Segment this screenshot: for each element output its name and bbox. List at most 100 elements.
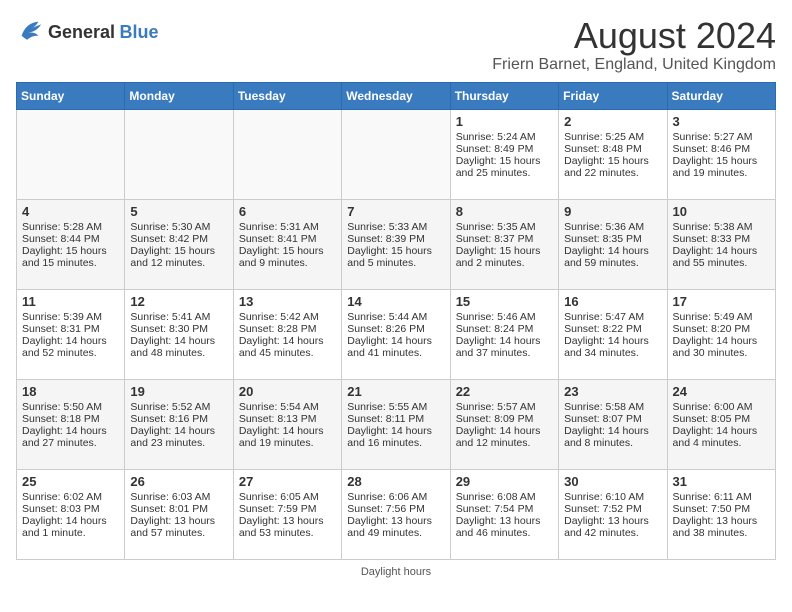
cell-content: Sunrise: 5:28 AM [22, 221, 119, 233]
calendar-cell: 17Sunrise: 5:49 AMSunset: 8:20 PMDayligh… [667, 289, 775, 379]
cell-content: Daylight: 14 hours and 41 minutes. [347, 335, 444, 359]
day-number: 31 [673, 474, 770, 489]
calendar-cell: 10Sunrise: 5:38 AMSunset: 8:33 PMDayligh… [667, 199, 775, 289]
cell-content: Daylight: 14 hours and 8 minutes. [564, 425, 661, 449]
day-number: 3 [673, 114, 770, 129]
cell-content: Daylight: 15 hours and 25 minutes. [456, 155, 553, 179]
cell-content: Daylight: 14 hours and 52 minutes. [22, 335, 119, 359]
cell-content: Sunset: 8:46 PM [673, 143, 770, 155]
day-number: 13 [239, 294, 336, 309]
logo: General Blue [16, 16, 159, 49]
cell-content: Sunset: 8:42 PM [130, 233, 227, 245]
cell-content: Sunrise: 5:49 AM [673, 311, 770, 323]
calendar-cell: 28Sunrise: 6:06 AMSunset: 7:56 PMDayligh… [342, 469, 450, 559]
cell-content: Daylight: 15 hours and 2 minutes. [456, 245, 553, 269]
cell-content: Daylight: 15 hours and 19 minutes. [673, 155, 770, 179]
day-number: 8 [456, 204, 553, 219]
cell-content: Sunset: 8:09 PM [456, 413, 553, 425]
cell-content: Sunset: 8:35 PM [564, 233, 661, 245]
day-number: 28 [347, 474, 444, 489]
cell-content: Sunset: 8:24 PM [456, 323, 553, 335]
cell-content: Sunrise: 5:41 AM [130, 311, 227, 323]
calendar-week-5: 25Sunrise: 6:02 AMSunset: 8:03 PMDayligh… [17, 469, 776, 559]
cell-content: Daylight: 15 hours and 15 minutes. [22, 245, 119, 269]
cell-content: Daylight: 14 hours and 1 minute. [22, 515, 119, 539]
header-wednesday: Wednesday [342, 82, 450, 109]
calendar-cell: 18Sunrise: 5:50 AMSunset: 8:18 PMDayligh… [17, 379, 125, 469]
calendar-cell [233, 109, 341, 199]
day-number: 9 [564, 204, 661, 219]
cell-content: Sunrise: 5:46 AM [456, 311, 553, 323]
day-number: 5 [130, 204, 227, 219]
cell-content: Sunset: 8:18 PM [22, 413, 119, 425]
cell-content: Daylight: 14 hours and 45 minutes. [239, 335, 336, 359]
header-tuesday: Tuesday [233, 82, 341, 109]
cell-content: Daylight: 14 hours and 19 minutes. [239, 425, 336, 449]
cell-content: Sunset: 8:11 PM [347, 413, 444, 425]
day-number: 7 [347, 204, 444, 219]
calendar-cell [17, 109, 125, 199]
cell-content: Sunrise: 5:36 AM [564, 221, 661, 233]
cell-content: Sunrise: 6:03 AM [130, 491, 227, 503]
cell-content: Sunrise: 5:52 AM [130, 401, 227, 413]
cell-content: Daylight: 14 hours and 59 minutes. [564, 245, 661, 269]
cell-content: Sunrise: 6:06 AM [347, 491, 444, 503]
cell-content: Sunrise: 5:57 AM [456, 401, 553, 413]
calendar-cell: 30Sunrise: 6:10 AMSunset: 7:52 PMDayligh… [559, 469, 667, 559]
cell-content: Daylight: 14 hours and 4 minutes. [673, 425, 770, 449]
day-number: 14 [347, 294, 444, 309]
day-number: 10 [673, 204, 770, 219]
cell-content: Sunrise: 5:33 AM [347, 221, 444, 233]
cell-content: Sunrise: 5:44 AM [347, 311, 444, 323]
day-number: 20 [239, 384, 336, 399]
cell-content: Sunset: 8:28 PM [239, 323, 336, 335]
day-number: 17 [673, 294, 770, 309]
cell-content: Daylight: 13 hours and 42 minutes. [564, 515, 661, 539]
header-thursday: Thursday [450, 82, 558, 109]
day-number: 6 [239, 204, 336, 219]
day-number: 4 [22, 204, 119, 219]
cell-content: Sunset: 8:41 PM [239, 233, 336, 245]
cell-content: Sunrise: 5:24 AM [456, 131, 553, 143]
day-number: 24 [673, 384, 770, 399]
day-number: 16 [564, 294, 661, 309]
cell-content: Sunset: 8:30 PM [130, 323, 227, 335]
cell-content: Sunset: 8:48 PM [564, 143, 661, 155]
calendar-table: SundayMondayTuesdayWednesdayThursdayFrid… [16, 82, 776, 560]
cell-content: Daylight: 15 hours and 22 minutes. [564, 155, 661, 179]
footer-note: Daylight hours [16, 566, 776, 578]
cell-content: Sunset: 8:22 PM [564, 323, 661, 335]
cell-content: Daylight: 14 hours and 16 minutes. [347, 425, 444, 449]
cell-content: Daylight: 14 hours and 12 minutes. [456, 425, 553, 449]
header-friday: Friday [559, 82, 667, 109]
cell-content: Sunrise: 6:02 AM [22, 491, 119, 503]
cell-content: Sunset: 8:31 PM [22, 323, 119, 335]
calendar-cell: 12Sunrise: 5:41 AMSunset: 8:30 PMDayligh… [125, 289, 233, 379]
calendar-cell: 14 Sunrise: 5:44 AMSunset: 8:26 PMDayligh… [342, 289, 450, 379]
day-number: 15 [456, 294, 553, 309]
cell-content: Daylight: 14 hours and 27 minutes. [22, 425, 119, 449]
cell-content: Daylight: 14 hours and 34 minutes. [564, 335, 661, 359]
cell-content: Sunrise: 5:47 AM [564, 311, 661, 323]
calendar-cell: 21Sunrise: 5:55 AMSunset: 8:11 PMDayligh… [342, 379, 450, 469]
header-sunday: Sunday [17, 82, 125, 109]
cell-content: Daylight: 13 hours and 57 minutes. [130, 515, 227, 539]
cell-content: Sunset: 8:07 PM [564, 413, 661, 425]
calendar-cell: 19Sunrise: 5:52 AMSunset: 8:16 PMDayligh… [125, 379, 233, 469]
cell-content: Daylight: 14 hours and 55 minutes. [673, 245, 770, 269]
cell-content: Sunrise: 5:42 AM [239, 311, 336, 323]
calendar-cell: 11Sunrise: 5:39 AMSunset: 8:31 PMDayligh… [17, 289, 125, 379]
cell-content: Sunrise: 6:11 AM [673, 491, 770, 503]
cell-content: Daylight: 15 hours and 5 minutes. [347, 245, 444, 269]
cell-content: Sunset: 8:26 PM [347, 323, 444, 335]
calendar-cell: 6Sunrise: 5:31 AMSunset: 8:41 PMDaylight… [233, 199, 341, 289]
cell-content: Sunrise: 5:50 AM [22, 401, 119, 413]
cell-content: Daylight: 13 hours and 53 minutes. [239, 515, 336, 539]
cell-content: Sunrise: 6:10 AM [564, 491, 661, 503]
day-number: 11 [22, 294, 119, 309]
cell-content: Sunset: 7:56 PM [347, 503, 444, 515]
calendar-cell: 3Sunrise: 5:27 AMSunset: 8:46 PMDaylight… [667, 109, 775, 199]
day-number: 29 [456, 474, 553, 489]
cell-content: Sunrise: 6:00 AM [673, 401, 770, 413]
day-number: 23 [564, 384, 661, 399]
